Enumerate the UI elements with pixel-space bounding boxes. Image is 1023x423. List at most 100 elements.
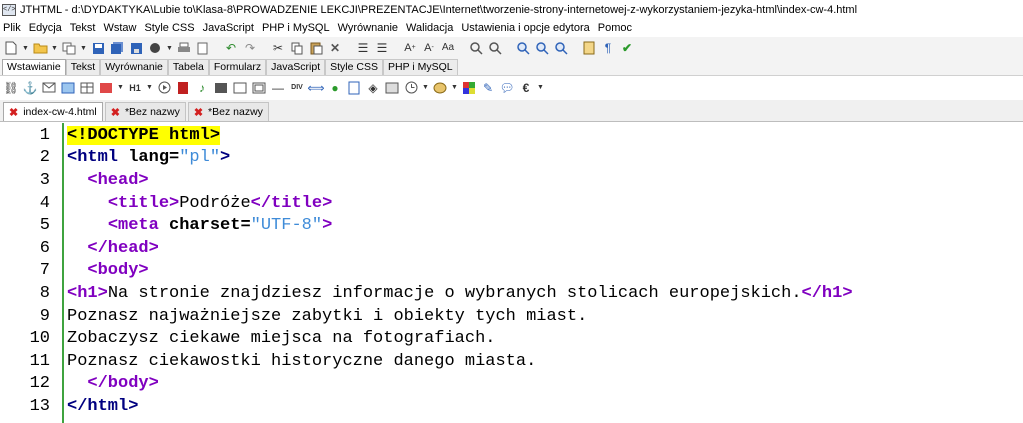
- email-icon[interactable]: [41, 80, 57, 96]
- menu-wstaw[interactable]: Wstaw: [103, 22, 136, 34]
- save-all-icon[interactable]: [109, 40, 125, 56]
- tab-style-css[interactable]: Style CSS: [325, 59, 383, 75]
- comment-icon[interactable]: 💬︎: [499, 80, 515, 96]
- euro-icon[interactable]: €: [518, 80, 534, 96]
- paste-icon[interactable]: [308, 40, 324, 56]
- menu-style-css[interactable]: Style CSS: [144, 22, 194, 34]
- menu-walidacja[interactable]: Walidacja: [406, 22, 453, 34]
- font-size-down-icon[interactable]: A-: [421, 40, 437, 56]
- music-icon[interactable]: ♪: [194, 80, 210, 96]
- link-icon[interactable]: ⛓: [3, 80, 19, 96]
- close-icon[interactable]: ✖: [9, 106, 18, 119]
- delete-icon[interactable]: ✕: [327, 40, 343, 56]
- chevron-down-icon[interactable]: ▼: [80, 45, 87, 52]
- layers-icon[interactable]: ◈: [365, 80, 381, 96]
- indent-icon[interactable]: ☰: [355, 40, 371, 56]
- cut-icon[interactable]: ✂: [270, 40, 286, 56]
- tab-php-mysql[interactable]: PHP i MySQL: [383, 59, 458, 75]
- open-folder-icon[interactable]: [32, 40, 48, 56]
- close-icon[interactable]: ✖: [194, 106, 203, 119]
- flash-icon[interactable]: [175, 80, 191, 96]
- clipboard-list-icon[interactable]: [581, 40, 597, 56]
- chevron-down-icon[interactable]: ▼: [117, 84, 124, 91]
- save-icon[interactable]: [90, 40, 106, 56]
- doc-tab-bez-nazwy-1[interactable]: ✖ *Bez nazwy: [104, 102, 186, 121]
- doc-tab-bez-nazwy-2[interactable]: ✖ *Bez nazwy: [187, 102, 269, 121]
- document-icon[interactable]: [346, 80, 362, 96]
- clock-icon[interactable]: [403, 80, 419, 96]
- find-icon[interactable]: [468, 40, 484, 56]
- tab-wstawianie[interactable]: Wstawianie: [2, 59, 66, 75]
- tag-close-bracket: >: [322, 216, 333, 235]
- eyedropper-icon[interactable]: ✎: [480, 80, 496, 96]
- form-icon[interactable]: [232, 80, 248, 96]
- save-as-icon[interactable]: [128, 40, 144, 56]
- green-dot-icon[interactable]: ●: [327, 80, 343, 96]
- checkmark-icon[interactable]: ✔: [619, 40, 635, 56]
- redo-icon[interactable]: ↷: [242, 40, 258, 56]
- code-editor[interactable]: 1 2 3 4 5 6 7 8 9 10 11 12 13 <!DOCTYPE …: [0, 123, 1023, 423]
- line-number: 13: [29, 397, 50, 416]
- tab-tabela[interactable]: Tabela: [167, 59, 209, 75]
- record-icon[interactable]: [147, 40, 163, 56]
- font-case-icon[interactable]: Aa: [440, 40, 456, 56]
- menu-edycja[interactable]: Edycja: [29, 22, 62, 34]
- title-close-tag: </title>: [250, 194, 333, 213]
- menu-wyrownanie[interactable]: Wyrównanie: [338, 22, 398, 34]
- zoom-in-icon[interactable]: [515, 40, 531, 56]
- anchor-icon[interactable]: ⚓: [22, 80, 38, 96]
- color-grid-icon[interactable]: [461, 80, 477, 96]
- new-file-icon[interactable]: [3, 40, 19, 56]
- tab-formularz[interactable]: Formularz: [208, 59, 267, 75]
- horizontal-rule-icon[interactable]: —: [270, 80, 286, 96]
- meta-open-tag: <meta: [107, 216, 159, 235]
- find-next-icon[interactable]: [487, 40, 503, 56]
- chevron-down-icon[interactable]: ▼: [166, 45, 173, 52]
- multimedia-icon[interactable]: [98, 80, 114, 96]
- font-size-up-icon[interactable]: A +: [402, 40, 418, 56]
- menu-pomoc[interactable]: Pomoc: [598, 22, 632, 34]
- paragraph-icon[interactable]: ¶: [600, 40, 616, 56]
- block-icon[interactable]: [384, 80, 400, 96]
- chevron-down-icon[interactable]: ▼: [422, 84, 429, 91]
- code-line-10: Zobaczysz ciekawe miejsca na fotografiac…: [67, 328, 495, 350]
- chevron-down-icon[interactable]: ▼: [451, 84, 458, 91]
- chevron-down-icon[interactable]: ▼: [537, 84, 544, 91]
- insert-toolbar: ⛓ ⚓ ▼ H1 ▼ ♪ — DIV ⟺ ● ◈ ▼ ▼ ✎ 💬︎ € ▼: [0, 76, 1023, 99]
- image-icon[interactable]: [60, 80, 76, 96]
- video-icon[interactable]: [213, 80, 229, 96]
- undo-icon[interactable]: ↶: [223, 40, 239, 56]
- chevron-down-icon[interactable]: ▼: [51, 45, 58, 52]
- menu-javascript[interactable]: JavaScript: [203, 22, 254, 34]
- chevron-down-icon[interactable]: ▼: [22, 45, 29, 52]
- frame-icon[interactable]: [251, 80, 267, 96]
- toolbar-separator: [393, 40, 399, 56]
- zoom-reset-icon[interactable]: [553, 40, 569, 56]
- print-preview-icon[interactable]: [195, 40, 211, 56]
- menu-php-mysql[interactable]: PHP i MySQL: [262, 22, 330, 34]
- tab-javascript[interactable]: JavaScript: [266, 59, 326, 75]
- h1-heading-icon[interactable]: H1: [127, 80, 143, 96]
- attr-charset: charset=: [158, 216, 251, 235]
- copy-files-icon[interactable]: [61, 40, 77, 56]
- arrows-icon[interactable]: ⟺: [307, 80, 324, 96]
- outdent-icon[interactable]: ☰: [374, 40, 390, 56]
- tab-wyrownanie[interactable]: Wyrównanie: [100, 59, 168, 75]
- close-icon[interactable]: ✖: [111, 106, 120, 119]
- menu-ustawienia[interactable]: Ustawienia i opcje edytora: [461, 22, 589, 34]
- palette-icon[interactable]: [432, 80, 448, 96]
- chevron-down-icon[interactable]: ▼: [146, 84, 153, 91]
- copy-icon[interactable]: [289, 40, 305, 56]
- play-icon[interactable]: [156, 80, 172, 96]
- menu-tekst[interactable]: Tekst: [70, 22, 96, 34]
- div-icon[interactable]: DIV: [289, 80, 305, 96]
- line-number: 7: [39, 261, 50, 280]
- table-icon[interactable]: [79, 80, 95, 96]
- zoom-out-icon[interactable]: [534, 40, 550, 56]
- attr-value: "UTF-8": [250, 216, 323, 235]
- doc-tab-index-cw-4[interactable]: ✖ index-cw-4.html: [3, 102, 103, 121]
- menu-plik[interactable]: Plik: [3, 22, 21, 34]
- tab-tekst[interactable]: Tekst: [65, 59, 101, 75]
- print-icon[interactable]: [176, 40, 192, 56]
